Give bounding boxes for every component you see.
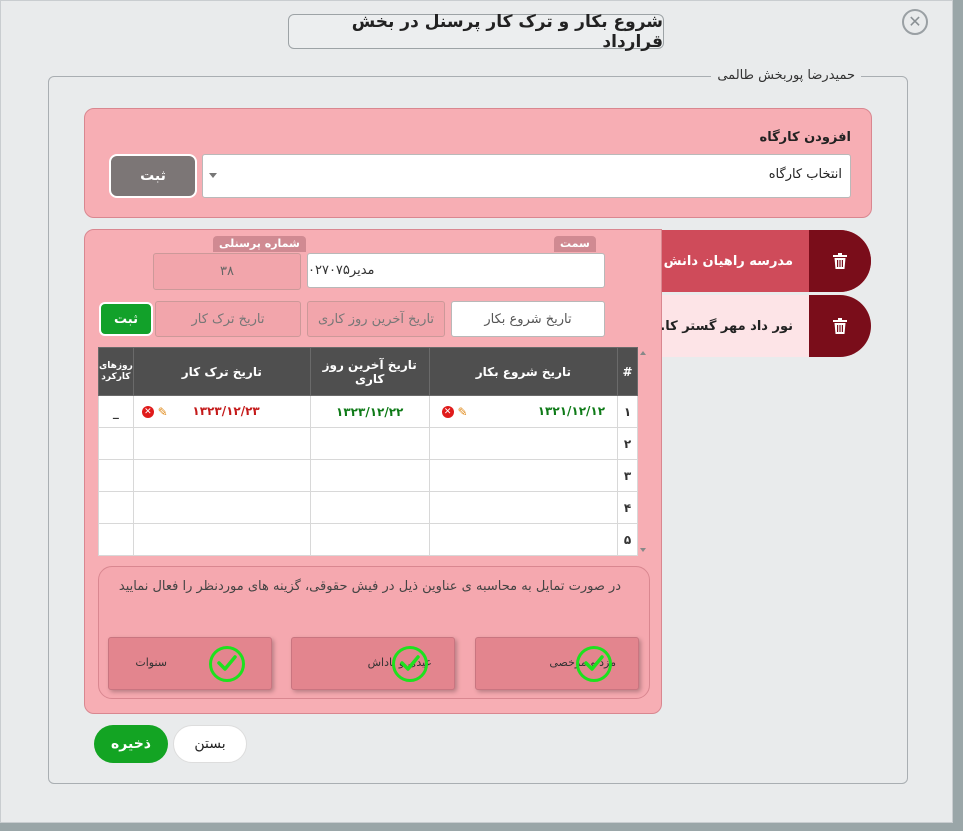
check-circle-icon xyxy=(576,646,612,682)
option-wage-leave[interactable]: مزد و مرخصی xyxy=(475,637,639,690)
row-index: ۳ xyxy=(617,459,638,492)
leave-date-cell xyxy=(132,459,311,492)
add-workshop-label: افزودن کارگاه xyxy=(759,130,851,145)
leave-date-input[interactable]: تاریخ ترک کار xyxy=(155,301,301,337)
personnel-number-field[interactable]: ۳۸ xyxy=(153,253,301,290)
table-row: ۱ ۱۳۲۱/۱۲/۱۲ ✎ ✕ ۱۳۲۳/۱۲/۲۲ ۱۳۲۳/۱۲/۲۳ ✎… xyxy=(98,395,638,428)
row-index: ۵ xyxy=(617,523,638,556)
table-row: ۲ xyxy=(98,427,638,460)
check-circle-icon xyxy=(392,646,428,682)
last-workday-cell xyxy=(309,523,430,556)
edit-icon[interactable]: ✎ xyxy=(457,405,467,419)
position-field[interactable]: مدیر۰۲۷۰۷۵ xyxy=(307,253,605,288)
last-workday-cell xyxy=(309,427,430,460)
close-button[interactable]: بستن xyxy=(173,725,247,763)
col-last-workday: تاریخ آخرین روز کاری xyxy=(309,347,430,396)
last-workday-cell: ۱۳۲۳/۱۲/۲۲ xyxy=(309,395,430,428)
work-days-cell xyxy=(98,523,134,556)
scroll-up-arrow[interactable] xyxy=(640,351,646,355)
workshop-tab-1[interactable]: مدرسه راهیان دانش xyxy=(662,230,871,292)
employee-name: حمیدرضا پوربخش طالمی xyxy=(711,68,861,83)
personnel-number-label: شماره پرسنلی xyxy=(213,236,306,252)
position-label: سمت xyxy=(554,236,596,252)
dialog-title: شروع بکار و ترک کار پرسنل در بخش قرارداد xyxy=(288,12,664,52)
col-index: # xyxy=(617,347,638,396)
start-date-input[interactable]: تاریخ شروع بکار xyxy=(451,301,605,337)
last-workday-value: ۱۳۲۳/۱۲/۲۲ xyxy=(336,404,404,419)
leave-date-cell: ۱۳۲۳/۱۲/۲۳ ✎ ✕ xyxy=(132,395,311,428)
row-index: ۲ xyxy=(617,427,638,460)
row-index: ۱ xyxy=(617,395,638,428)
last-workday-cell xyxy=(309,491,430,524)
row-index: ۴ xyxy=(617,491,638,524)
table-row: ۴ xyxy=(98,491,638,524)
employment-table: # تاریخ شروع بکار تاریخ آخرین روز کاری ت… xyxy=(98,347,638,556)
chevron-down-icon xyxy=(209,173,217,178)
workshop-tab-2[interactable]: نور داد مهر گستر کا... xyxy=(650,295,871,357)
start-date-cell xyxy=(428,459,619,492)
delete-icon[interactable]: ✕ xyxy=(141,405,154,418)
trash-icon xyxy=(833,318,847,334)
trash-icon xyxy=(833,253,847,269)
leave-date-cell xyxy=(132,491,311,524)
work-days-value: _ xyxy=(98,395,134,428)
work-days-cell xyxy=(98,459,134,492)
delete-workshop-button[interactable] xyxy=(809,230,871,292)
scroll-down-arrow[interactable] xyxy=(640,548,646,552)
workshop-tab-label: نور داد مهر گستر کا... xyxy=(650,318,793,334)
table-row: ۵ xyxy=(98,523,638,556)
add-workshop-submit-button[interactable]: ثبت xyxy=(109,154,197,198)
workshop-tab-label: مدرسه راهیان دانش xyxy=(663,253,793,269)
submit-dates-button[interactable]: ثبت xyxy=(99,302,153,336)
start-date-value: ۱۳۲۱/۱۲/۱۲ xyxy=(537,404,606,419)
close-icon[interactable]: ✕ xyxy=(902,9,928,35)
check-circle-icon xyxy=(209,646,245,682)
delete-workshop-button[interactable] xyxy=(809,295,871,357)
start-date-cell: ۱۳۲۱/۱۲/۱۲ ✎ ✕ xyxy=(428,395,619,428)
work-days-cell xyxy=(98,427,134,460)
col-start-date: تاریخ شروع بکار xyxy=(428,347,619,396)
table-row: ۳ xyxy=(98,459,638,492)
last-workday-input[interactable]: تاریخ آخرین روز کاری xyxy=(307,301,445,337)
save-button[interactable]: ذخیره xyxy=(94,725,168,763)
leave-date-value: ۱۳۲۳/۱۲/۲۳ xyxy=(192,404,260,419)
col-leave-date: تاریخ ترک کار xyxy=(132,347,311,396)
delete-icon[interactable]: ✕ xyxy=(441,405,454,418)
workshop-select[interactable]: انتخاب کارگاه xyxy=(202,154,851,198)
start-date-cell xyxy=(428,523,619,556)
option-severance[interactable]: سنوات xyxy=(108,637,272,690)
calculation-message: در صورت تمایل به محاسبه ی عناوین ذیل در … xyxy=(118,579,622,594)
edit-icon[interactable]: ✎ xyxy=(158,405,168,419)
dialog: شروع بکار و ترک کار پرسنل در بخش قرارداد… xyxy=(0,0,953,823)
work-days-cell xyxy=(98,491,134,524)
option-bonus[interactable]: عیدی و پاداش xyxy=(291,637,455,690)
leave-date-cell xyxy=(132,523,311,556)
col-work-days: روزهای کارکرد xyxy=(98,347,134,396)
workshop-select-value: انتخاب کارگاه xyxy=(768,167,842,182)
start-date-cell xyxy=(428,491,619,524)
leave-date-cell xyxy=(132,427,311,460)
option-label: سنوات xyxy=(135,656,167,669)
last-workday-cell xyxy=(309,459,430,492)
start-date-cell xyxy=(428,427,619,460)
